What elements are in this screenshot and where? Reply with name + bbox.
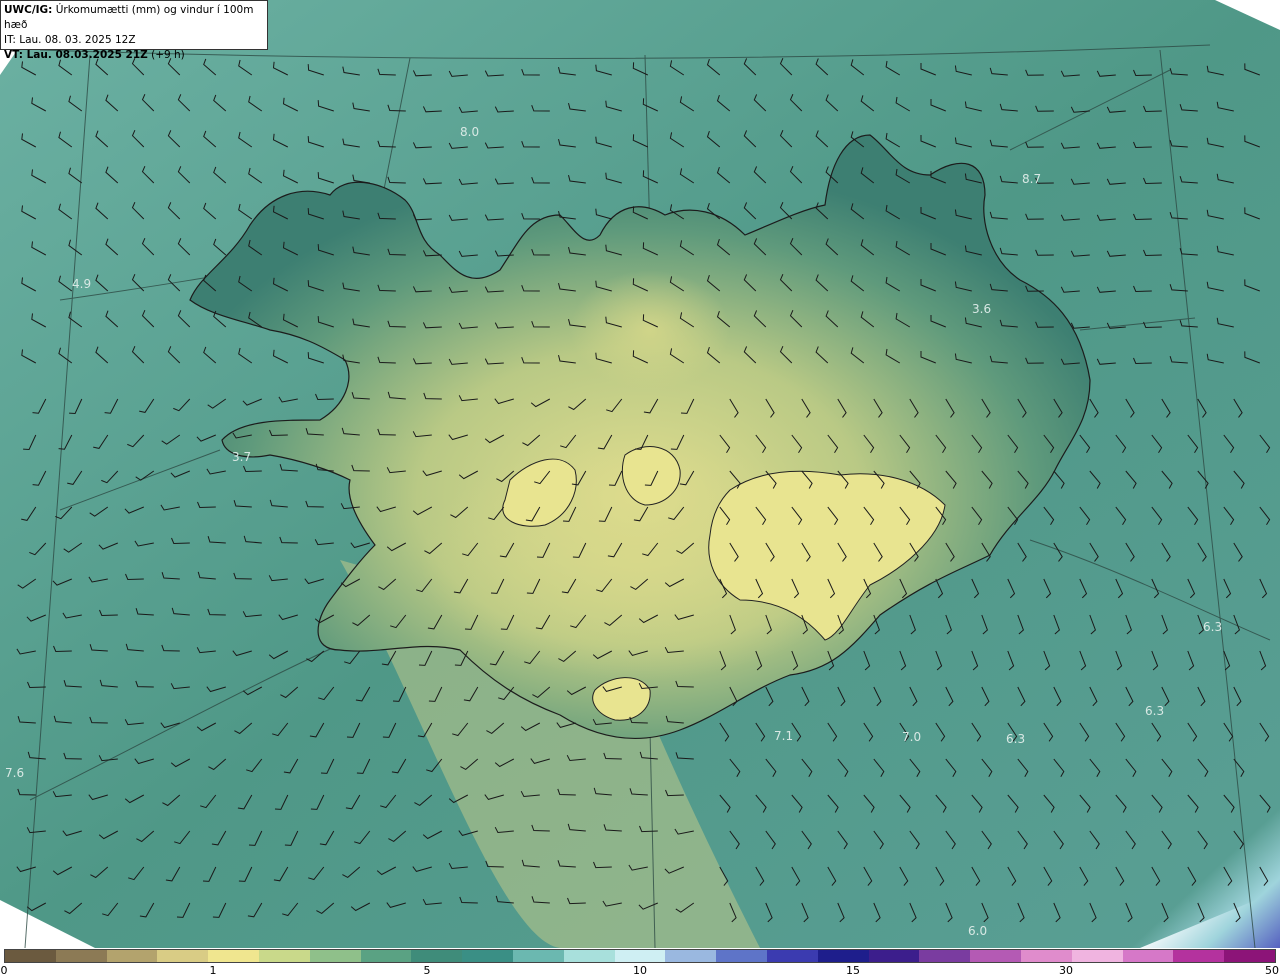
- map-value-label: 8.0: [460, 125, 480, 139]
- colorbar-segment: [462, 950, 513, 962]
- valid-time-line: VT: Lau. 08.03.2025 21Z (+9 h): [4, 48, 264, 63]
- header-title-line: UWC/IG: Úrkomumætti (mm) og vindur í 100…: [4, 3, 264, 33]
- colorbar: 0 1 5 10 15 30 50: [0, 948, 1280, 978]
- colorbar-tick-label: 15: [846, 964, 860, 977]
- map-value-label: 8.7: [1022, 172, 1042, 186]
- map-header: UWC/IG: Úrkomumætti (mm) og vindur í 100…: [0, 0, 268, 61]
- precipitation-map: [0, 0, 1280, 948]
- colorbar-tick-label: 0: [0, 964, 8, 977]
- colorbar-segment: [512, 950, 564, 962]
- colorbar-tick-label: 5: [423, 964, 431, 977]
- map-value-label: 3.7: [232, 450, 252, 464]
- colorbar-segment: [1224, 950, 1275, 962]
- colorbar-tick-label: 1: [209, 964, 217, 977]
- model-name: UWC/IG:: [4, 4, 53, 16]
- colorbar-segment: [665, 950, 717, 962]
- map-value-label: 6.3: [1006, 732, 1026, 746]
- colorbar-segment: [1020, 950, 1072, 962]
- colorbar-segment: [106, 950, 158, 962]
- colorbar-segment: [919, 950, 971, 962]
- colorbar-segment: [309, 950, 361, 962]
- map-value-label: 7.6: [5, 766, 25, 780]
- colorbar-segment: [1173, 950, 1225, 962]
- map-value-label: 4.9: [72, 277, 92, 291]
- map-canvas: [0, 0, 1280, 948]
- lead-time: (+9 h): [147, 49, 185, 61]
- colorbar-segment: [614, 950, 666, 962]
- map-value-label: 7.0: [902, 730, 922, 744]
- colorbar-segment: [1122, 950, 1174, 962]
- colorbar-segment: [563, 950, 615, 962]
- colorbar-segment: [716, 950, 767, 962]
- colorbar-segment: [208, 950, 259, 962]
- colorbar-tick-label: 10: [633, 964, 647, 977]
- map-value-label: 7.1: [774, 729, 794, 743]
- init-time: IT: Lau. 08. 03. 2025 12Z: [4, 34, 136, 46]
- colorbar-segment: [411, 950, 463, 962]
- colorbar-tick-label: 30: [1059, 964, 1073, 977]
- colorbar-segment: [868, 950, 920, 962]
- colorbar-segment: [5, 950, 56, 962]
- colorbar-segment: [157, 950, 209, 962]
- colorbar-gradient: [4, 949, 1276, 963]
- colorbar-tick-label: 50: [1265, 964, 1279, 977]
- colorbar-segment: [360, 950, 412, 962]
- map-value-label: 6.0: [968, 924, 988, 938]
- map-value-label: 6.3: [1203, 620, 1223, 634]
- valid-time: VT: Lau. 08.03.2025 21Z: [4, 49, 148, 61]
- colorbar-segment: [1071, 950, 1123, 962]
- colorbar-segment: [258, 950, 310, 962]
- map-value-label: 3.6: [972, 302, 992, 316]
- colorbar-segment: [766, 950, 818, 962]
- colorbar-segment: [817, 950, 869, 962]
- colorbar-segment: [55, 950, 107, 962]
- colorbar-segment: [970, 950, 1021, 962]
- map-value-label: 6.3: [1145, 704, 1165, 718]
